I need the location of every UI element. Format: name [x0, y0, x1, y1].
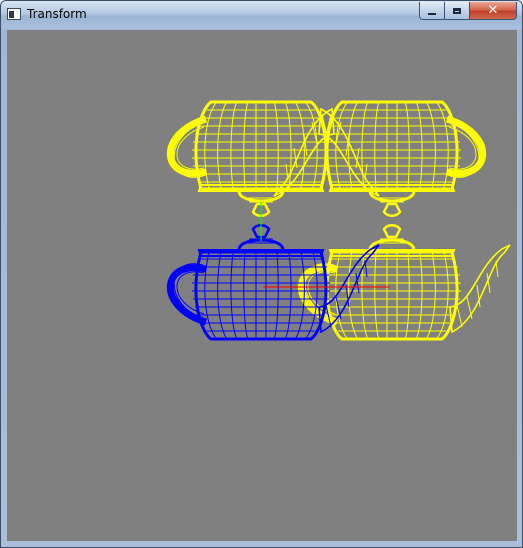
- bottom-left-teapot: [170, 225, 379, 339]
- top-right-teapot: [274, 102, 483, 216]
- maximize-button[interactable]: [444, 2, 470, 20]
- top-left-teapot: [170, 102, 379, 216]
- scene-canvas: [7, 30, 517, 541]
- minimize-button[interactable]: [419, 2, 445, 20]
- close-icon: ✕: [487, 3, 499, 18]
- gl-viewport[interactable]: [7, 30, 517, 541]
- app-window-icon[interactable]: [7, 8, 21, 20]
- maximize-icon: [453, 7, 461, 14]
- close-button[interactable]: ✕: [469, 2, 517, 20]
- bottom-right-teapot: [301, 225, 510, 339]
- app-window: Transform ✕: [0, 0, 523, 548]
- minimize-icon: [428, 12, 436, 15]
- title-bar[interactable]: Transform ✕: [1, 1, 522, 29]
- window-title: Transform: [27, 7, 87, 21]
